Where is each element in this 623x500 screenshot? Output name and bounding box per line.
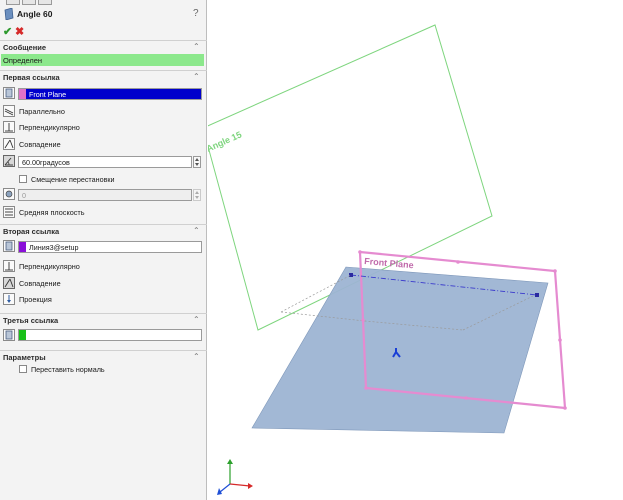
distance-value: 0 [22, 191, 26, 200]
plane-handle[interactable] [553, 269, 557, 273]
second-ref-option-perpendicular[interactable]: Перпендикулярно [0, 259, 207, 274]
first-ref-row: Front Plane [0, 86, 207, 101]
reference-select-icon[interactable] [3, 87, 15, 99]
graphics-viewport[interactable]: Angle 15 Front Plane [208, 0, 623, 500]
plane-handle[interactable] [456, 260, 460, 264]
first-ref-option-perpendicular[interactable]: Перпендикулярно [0, 120, 207, 135]
feature-titlebar: Angle 60 ? [0, 5, 207, 23]
reference-select-icon[interactable] [3, 329, 15, 341]
coordinate-triad-icon [217, 459, 253, 495]
second-ref-row: Линия3@setup [0, 239, 207, 254]
angle-icon[interactable] [3, 155, 15, 167]
first-ref-field[interactable]: Front Plane [18, 88, 202, 100]
property-manager-panel: Angle 60 ? ✔ ✖ Сообщение ⌃ Определен Пер… [0, 0, 207, 500]
angle-input[interactable]: 60.00градусов [18, 156, 192, 168]
flip-offset-label: Смещение перестановки [31, 175, 115, 184]
option-label: Параллельно [19, 107, 65, 116]
projection-icon[interactable] [3, 293, 15, 305]
section-params-label: Параметры [3, 353, 46, 362]
second-ref-option-coincident[interactable]: Совпадение [0, 276, 207, 291]
shaded-base-plane[interactable] [251, 266, 549, 434]
third-ref-row [0, 328, 207, 343]
section-message-label: Сообщение [3, 43, 47, 52]
section-third-ref-header[interactable]: Третья ссылка ⌃ [0, 313, 207, 326]
coincident-icon[interactable] [3, 277, 15, 289]
perpendicular-icon[interactable] [3, 260, 15, 272]
option-label: Перпендикулярно [19, 262, 80, 271]
option-label: Совпадение [19, 279, 61, 288]
ok-button[interactable]: ✔ [3, 25, 12, 38]
second-ref-swatch [19, 242, 26, 252]
line-endpoint-handle[interactable] [535, 293, 539, 297]
status-message-box: Определен [1, 54, 204, 66]
mid-plane-icon[interactable] [3, 206, 15, 218]
first-ref-mid-plane[interactable]: Средняя плоскость [0, 205, 207, 220]
second-ref-option-projection[interactable]: Проекция [0, 292, 207, 307]
distance-spinner [193, 189, 201, 201]
chevron-up-icon[interactable]: ⌃ [193, 315, 200, 324]
parallel-icon[interactable] [3, 105, 15, 117]
third-ref-field[interactable] [18, 329, 202, 341]
viewport-canvas: Angle 15 Front Plane [208, 24, 567, 495]
option-label: Перпендикулярно [19, 123, 80, 132]
angle-plane-label: Angle 15 [208, 129, 243, 153]
reverse-normal-label: Переставить нормаль [31, 365, 105, 374]
section-message-header[interactable]: Сообщение ⌃ [0, 40, 207, 53]
option-label: Средняя плоскость [19, 208, 85, 217]
option-label: Проекция [19, 295, 52, 304]
distance-input: 0 [18, 189, 192, 201]
perpendicular-icon[interactable] [3, 121, 15, 133]
section-first-ref-label: Первая ссылка [3, 73, 60, 82]
section-second-ref-header[interactable]: Вторая ссылка ⌃ [0, 224, 207, 237]
section-first-ref-header[interactable]: Первая ссылка ⌃ [0, 70, 207, 83]
plane-handle[interactable] [358, 250, 362, 254]
third-ref-swatch [19, 330, 26, 340]
second-ref-field[interactable]: Линия3@setup [18, 241, 202, 253]
section-third-ref-label: Третья ссылка [3, 316, 59, 325]
coincident-icon[interactable] [3, 138, 15, 150]
help-icon[interactable]: ? [193, 8, 199, 19]
chevron-up-icon[interactable]: ⌃ [193, 226, 200, 235]
first-ref-angle-row: 60.00градусов [0, 154, 207, 169]
angle-spinner[interactable] [193, 156, 201, 168]
chevron-up-icon[interactable]: ⌃ [193, 352, 200, 361]
distance-icon[interactable] [3, 188, 15, 200]
first-ref-value: Front Plane [29, 90, 67, 99]
section-params-header[interactable]: Параметры ⌃ [0, 350, 207, 363]
plane-handle[interactable] [558, 338, 562, 342]
status-message-text: Определен [3, 56, 43, 65]
plane-handle[interactable] [361, 318, 365, 322]
plane-feature-icon [4, 8, 14, 20]
feature-title: Angle 60 [17, 9, 53, 19]
plane-handle[interactable] [563, 406, 567, 410]
second-ref-value: Линия3@setup [29, 243, 79, 252]
chevron-up-icon[interactable]: ⌃ [193, 72, 200, 81]
cancel-button[interactable]: ✖ [15, 25, 24, 38]
plane-handle[interactable] [364, 386, 368, 390]
section-second-ref-label: Вторая ссылка [3, 227, 60, 236]
first-ref-distance-row: 0 [0, 187, 207, 202]
first-ref-option-coincident[interactable]: Совпадение [0, 137, 207, 152]
flip-offset-checkbox[interactable] [19, 175, 27, 183]
action-buttons: ✔ ✖ [0, 25, 207, 39]
reference-select-icon[interactable] [3, 240, 15, 252]
option-label: Совпадение [19, 140, 61, 149]
first-ref-swatch [19, 89, 26, 99]
chevron-up-icon[interactable]: ⌃ [193, 42, 200, 51]
angle-value: 60.00градусов [22, 158, 70, 167]
first-ref-option-parallel[interactable]: Параллельно [0, 104, 207, 119]
plane-handle[interactable] [464, 396, 468, 400]
reverse-normal-checkbox[interactable] [19, 365, 27, 373]
